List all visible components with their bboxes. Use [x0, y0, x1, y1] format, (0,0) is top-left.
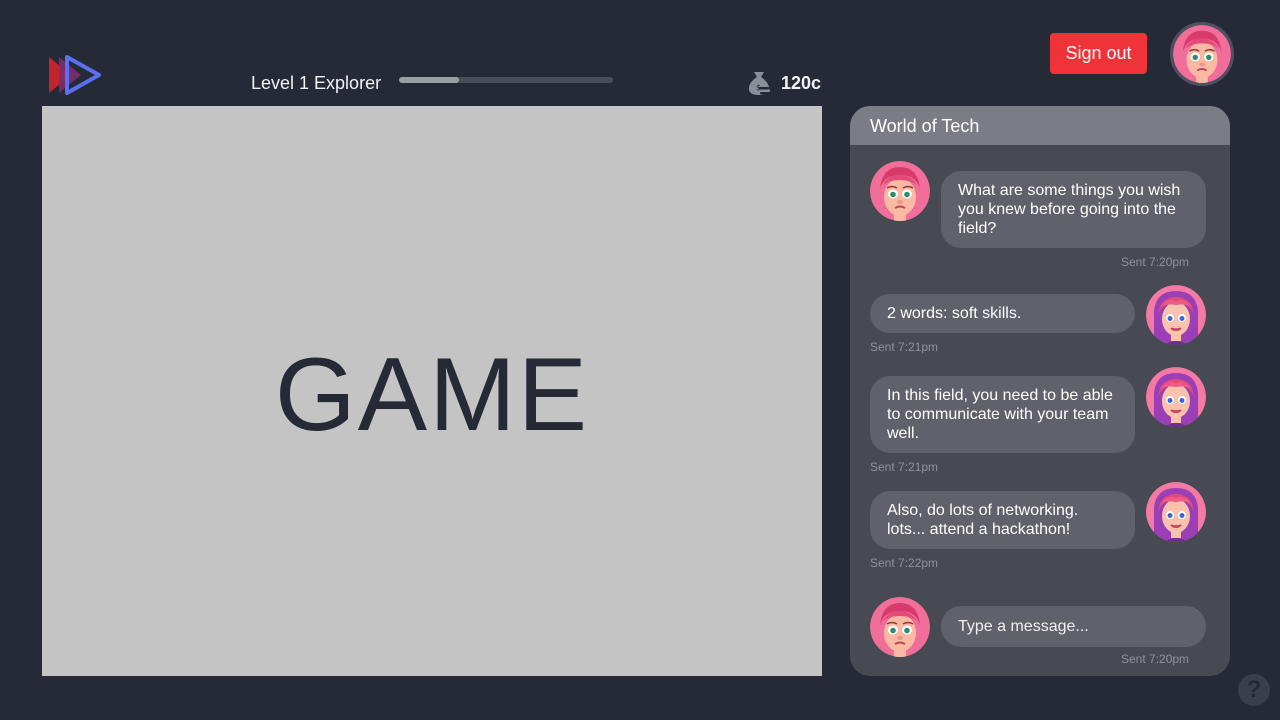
level-label: Level 1 Explorer: [251, 73, 382, 93]
chat-message: In this field, you need to be able to co…: [870, 376, 1135, 453]
message-input[interactable]: [941, 606, 1206, 647]
help-button[interactable]: ?: [1238, 674, 1270, 706]
chat-message: Also, do lots of networking. lots... att…: [870, 491, 1135, 549]
sign-out-button[interactable]: Sign out: [1050, 33, 1147, 74]
composer-avatar: [870, 597, 930, 657]
mentor-avatar: [1146, 482, 1206, 542]
sender-avatar: [870, 161, 930, 221]
composer-timestamp: Sent 7:20pm: [1121, 652, 1190, 666]
chat-message: 2 words: soft skills.: [870, 294, 1135, 333]
message-timestamp: Sent 7:21pm: [870, 340, 939, 354]
app-logo[interactable]: [49, 55, 101, 95]
game-area[interactable]: GAME: [42, 106, 822, 676]
xp-progress-bar: [399, 77, 613, 83]
coin-balance: 120c: [781, 73, 822, 93]
question-icon: ?: [1246, 676, 1262, 703]
message-timestamp: Sent 7:20pm: [1121, 255, 1190, 269]
chat-header: World of Tech: [850, 106, 1230, 145]
user-avatar[interactable]: [1170, 22, 1234, 86]
message-timestamp: Sent 7:21pm: [870, 460, 939, 474]
chat-title: World of Tech: [870, 116, 980, 136]
svg-text:$: $: [756, 83, 761, 92]
message-timestamp: Sent 7:22pm: [870, 556, 939, 570]
xp-progress-fill: [399, 77, 459, 83]
chat-message: What are some things you wish you knew b…: [941, 171, 1206, 248]
game-placeholder-label: GAME: [274, 336, 590, 453]
mentor-avatar: [1146, 367, 1206, 427]
chat-panel: World of Tech What are some things you w…: [850, 106, 1230, 676]
money-bag-icon: $: [748, 72, 770, 95]
mentor-avatar: [1146, 285, 1206, 345]
